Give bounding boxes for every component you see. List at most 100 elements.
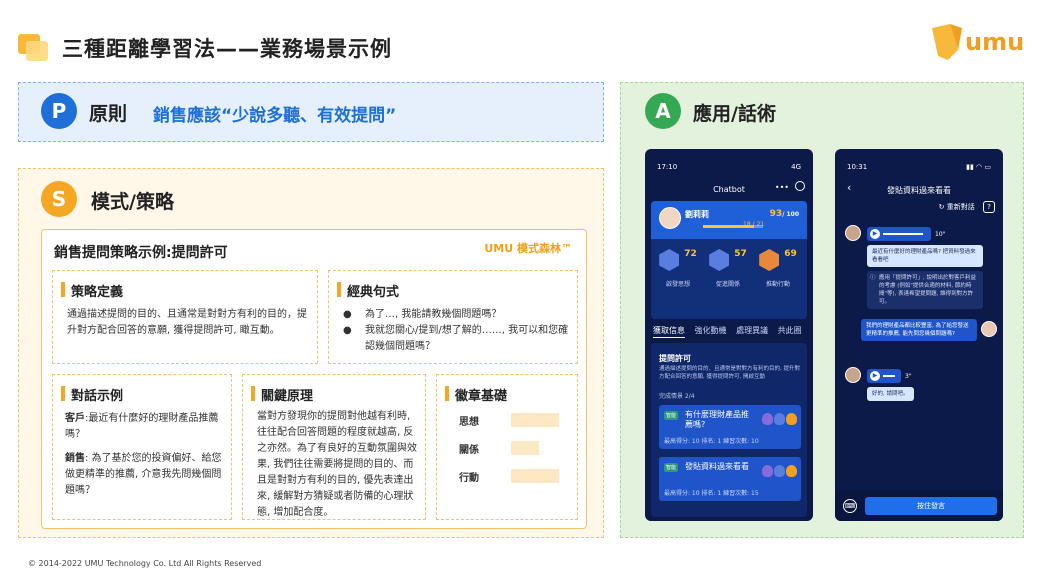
definition-box: 策略定義 通過描述提問的目的、且通常是對對方有利的目的，提升對方配合回答的意願,… xyxy=(52,270,318,364)
message-bubble: 最近有什麼好的理財產品嗎? 把資料發過來看看吧 xyxy=(867,245,983,267)
classic-list: ● 為了…, 我能請教幾個問題嗎？ ● 我就您關心/提到/想了解的……, 我可以和您… xyxy=(343,307,571,355)
principle-label: 原則 xyxy=(89,103,128,125)
task-name: 發貼資料過來看看 xyxy=(685,462,749,471)
task-meta: 最高得分: 10 排名: 1 練習次數: 10 xyxy=(664,438,759,445)
card-title: 銷售提問策略示例:提問許可 xyxy=(54,245,228,261)
hold-to-speak-button[interactable]: 按住發言 xyxy=(865,497,997,515)
classic-item: 為了…, 我能請教幾個問題嗎？ xyxy=(365,309,502,320)
badge-relation: 57 促進關係 xyxy=(705,249,751,288)
customer-text: :最近有什麼好的理財產品推薦嗎？ xyxy=(65,413,219,440)
definition-text: 通過描述提問的目的、且通常是對對方有利的目的，提升對方配合回答的意願, 獲得提問… xyxy=(67,309,307,336)
badge-base-box: 徽章基礎 思想 關係 行動 xyxy=(436,374,578,520)
page-title: 三種距離學習法——業務場景示例 xyxy=(62,37,392,61)
medal-icons xyxy=(761,462,797,481)
badge-icon xyxy=(759,249,780,271)
status-time: 17:10 xyxy=(657,163,678,171)
task-meta: 最高得分: 10 排名: 1 練習次數: 15 xyxy=(664,490,759,497)
restart-button[interactable]: 重新對話 xyxy=(947,203,975,211)
title-icon xyxy=(18,34,48,61)
phone-chatbot: 17:10 4G Chatbot ••• 劉莉莉 93/ 100 18 / 21… xyxy=(645,149,813,521)
chat-title: 發貼資料過來看看 xyxy=(887,186,951,195)
sales-text: : 為了基於您的投資偏好、給您做更精準的推薦, 介意我先問幾個問題嗎？ xyxy=(65,453,222,496)
bulb-icon: ⓘ xyxy=(870,275,876,281)
badge-icon xyxy=(659,249,680,271)
dialog-box: 對話示例 客戶:最近有什麼好的理財產品推薦嗎？ 銷售: 為了基於您的投資偏好、給… xyxy=(52,374,232,520)
key-title: 關鍵原理 xyxy=(251,385,313,404)
task-item[interactable]: 智能 有什麼理財產品推薦嗎? 最高得分: 10 排名: 1 練習次數: 10 xyxy=(659,405,801,449)
logo-text: umu xyxy=(965,28,1025,56)
dialog-text: 客戶:最近有什麼好的理財產品推薦嗎？ 銷售: 為了基於您的投資偏好、給您做更精準… xyxy=(65,411,225,499)
badge-row-label: 行動 xyxy=(459,473,479,484)
play-icon: ▶ xyxy=(870,229,880,239)
lesson-desc: 通過描述提問的目的、且通常是對對方有利的目的, 提升對方配合回答的意願, 獲得提… xyxy=(659,366,800,380)
hint-bubble: ⓘ 應用「提問許可」, 說明出於對客戶利益的考慮 (例如"提供合適的材料, 節約時… xyxy=(867,271,983,309)
lesson-title: 提問許可 xyxy=(659,354,691,363)
close-icon[interactable] xyxy=(795,181,805,191)
voice-message[interactable]: ▶ xyxy=(867,369,901,383)
profile-name: 劉莉莉 xyxy=(685,210,709,219)
badge-action: 69 推動行動 xyxy=(755,249,801,288)
tab-info[interactable]: 獲取信息 xyxy=(653,326,685,338)
signal-icon: ▮▮ ◠ ▭ xyxy=(966,163,991,171)
chat-toolbar: ↻ 重新對話 ? xyxy=(939,201,995,213)
input-bar: ⌨ 按住發言 xyxy=(835,491,1003,521)
medal-icons xyxy=(761,410,797,429)
voice-duration: 10" xyxy=(935,231,946,238)
strategy-badge: S xyxy=(41,181,77,217)
avatar xyxy=(845,367,861,383)
profile-card: 劉莉莉 93/ 100 18 / 21 72 啟發思想 57 促進關係 69 推動行動 xyxy=(651,201,807,319)
avatar xyxy=(845,225,861,241)
lesson-card: 提問許可 通過描述提問的目的、且通常是對對方有利的目的, 提升對方配合回答的意願… xyxy=(651,343,807,517)
principle-badge: P xyxy=(41,93,77,129)
classic-item: 我就您關心/提到/想了解的……, 我可以和您確認幾個問題嗎？ xyxy=(365,325,569,352)
phone-chat: 10:31 ▮▮ ◠ ▭ ‹ 發貼資料過來看看 ↻ 重新對話 ? ▶ 10" 最… xyxy=(835,149,1003,521)
voice-duration: 3" xyxy=(905,373,912,380)
lesson-done: 完成情景 2/4 xyxy=(659,393,695,400)
classic-title: 經典句式 xyxy=(337,281,399,300)
strategy-panel: S 模式/策略 銷售提問策略示例:提問許可 UMU 模式森林™ 策略定義 通過描… xyxy=(18,168,604,538)
strategy-label: 模式/策略 xyxy=(91,191,174,213)
badge-row-label: 關係 xyxy=(459,445,479,456)
tab-objection[interactable]: 處理異議 xyxy=(736,326,768,335)
keyboard-icon[interactable]: ⌨ xyxy=(843,499,857,513)
application-panel: A 應用/話術 17:10 4G Chatbot ••• 劉莉莉 93/ 100… xyxy=(620,82,1024,538)
tab-motivation[interactable]: 強化動機 xyxy=(695,326,727,335)
more-icon[interactable]: ••• xyxy=(775,183,789,192)
status-time: 10:31 xyxy=(847,163,868,171)
dialog-title: 對話示例 xyxy=(61,385,123,404)
customer-label: 客戶 xyxy=(65,413,85,424)
restart-icon[interactable]: ↻ xyxy=(939,203,945,211)
tab-more[interactable]: 共此圈 xyxy=(778,326,802,335)
tab-bar: 獲取信息 強化動機 處理異議 共此圈 xyxy=(653,325,809,338)
key-text: 當對方發現你的提問對他越有利時, 往往配合回答問題的程度就越高, 反之亦然。為了… xyxy=(257,411,417,518)
definition-title: 策略定義 xyxy=(61,281,123,300)
profile-score: 93/ 100 xyxy=(769,209,799,219)
badge-icon xyxy=(709,249,730,271)
task-name: 有什麼理財產品推薦嗎? xyxy=(685,410,749,429)
application-badge: A xyxy=(645,93,681,129)
badge-row-label: 思想 xyxy=(459,417,479,428)
key-box: 關鍵原理 當對方發現你的提問對他越有利時, 往往配合回答問題的程度就越高, 反之… xyxy=(242,374,426,520)
principle-text: 銷售應該“少說多聽、有效提問” xyxy=(153,106,397,126)
footer-copyright: © 2014-2022 UMU Technology Co. Ltd All R… xyxy=(28,559,262,568)
sales-label: 銷售 xyxy=(65,453,85,464)
badge-base-title: 徽章基礎 xyxy=(445,385,507,404)
badge-bar xyxy=(511,441,539,455)
voice-message[interactable]: ▶ xyxy=(867,227,931,241)
badge-bar xyxy=(511,469,559,483)
status-signal: 4G xyxy=(791,163,801,171)
badge-bar xyxy=(511,413,559,427)
task-item[interactable]: 智能 發貼資料過來看看 最高得分: 10 排名: 1 練習次數: 15 xyxy=(659,457,801,501)
principle-panel: P 原則 銷售應該“少說多聽、有效提問” xyxy=(18,82,604,142)
classic-box: 經典句式 ● 為了…, 我能請教幾個問題嗎？ ● 我就您關心/提到/想了解的……, … xyxy=(328,270,578,364)
reply-bubble: 我們的理財產品都比較豐富, 為了給您發送更精準的推薦, 能先問您幾個問題嗎? xyxy=(861,319,977,341)
strategy-card: 銷售提問策略示例:提問許可 UMU 模式森林™ 策略定義 通過描述提問的目的、且… xyxy=(41,229,587,529)
badge-thought: 72 啟發思想 xyxy=(655,249,701,288)
application-label: 應用/話術 xyxy=(693,103,776,125)
help-icon[interactable]: ? xyxy=(983,201,995,213)
avatar xyxy=(659,207,681,229)
card-brand: UMU 模式森林™ xyxy=(484,242,572,255)
message-bubble: 好的, 請問吧。 xyxy=(867,387,914,401)
play-icon: ▶ xyxy=(870,371,880,381)
avatar xyxy=(981,321,997,337)
